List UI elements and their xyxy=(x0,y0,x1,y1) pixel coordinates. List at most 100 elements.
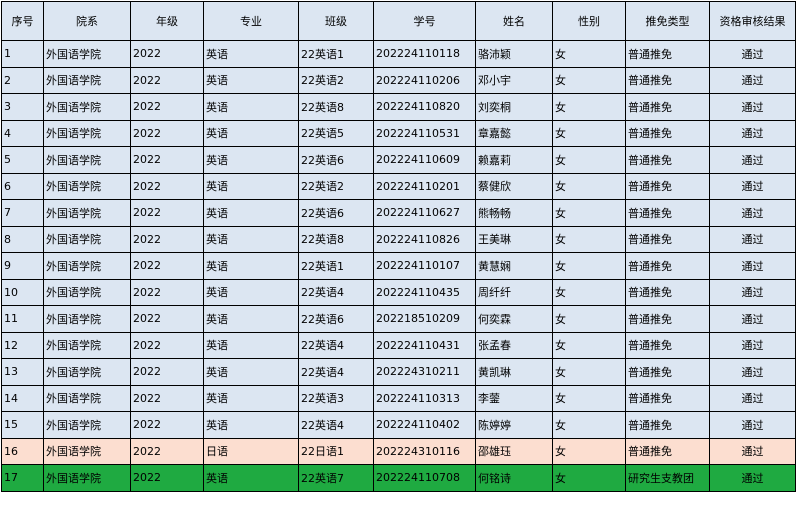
table-row[interactable]: 2 外国语学院 2022 英语 22英语2 202224110206 邓小宇女普通推免 通过 xyxy=(1,66,796,94)
cell-grade[interactable]: 2022 xyxy=(130,119,204,147)
cell-name[interactable]: 张孟春 xyxy=(475,331,553,359)
cell-gender[interactable]: 女 xyxy=(552,93,626,121)
cell-major[interactable]: 英语 xyxy=(203,278,299,306)
cell-class[interactable]: 22英语2 xyxy=(298,172,374,200)
cell-name[interactable]: 邵雄珏 xyxy=(475,437,553,465)
cell-department[interactable]: 外国语学院 xyxy=(43,358,131,386)
cell-gender[interactable]: 女 xyxy=(552,252,626,280)
cell-student-id[interactable]: 202224110313 xyxy=(373,384,476,412)
cell-student-id[interactable]: 202224110118 xyxy=(373,40,476,68)
cell-recommendation-type[interactable]: 普通推免 xyxy=(625,93,710,121)
cell-recommendation-type[interactable]: 普通推免 xyxy=(625,40,710,68)
cell-class[interactable]: 22英语5 xyxy=(298,119,374,147)
cell-review-result[interactable]: 通过 xyxy=(709,331,796,359)
cell-gender[interactable]: 女 xyxy=(552,66,626,94)
cell-student-id[interactable]: 202224110708 xyxy=(373,464,476,492)
cell-student-id[interactable]: 202224310211 xyxy=(373,358,476,386)
cell-student-id[interactable]: 202224110107 xyxy=(373,252,476,280)
cell-grade[interactable]: 2022 xyxy=(130,93,204,121)
cell-major[interactable]: 英语 xyxy=(203,252,299,280)
cell-name[interactable]: 李蓥 xyxy=(475,384,553,412)
cell-class[interactable]: 22英语1 xyxy=(298,40,374,68)
cell-class[interactable]: 22英语6 xyxy=(298,305,374,333)
cell-major[interactable]: 英语 xyxy=(203,119,299,147)
cell-class[interactable]: 22英语4 xyxy=(298,278,374,306)
cell-index[interactable]: 5 xyxy=(1,146,44,174)
cell-grade[interactable]: 2022 xyxy=(130,66,204,94)
cell-department[interactable]: 外国语学院 xyxy=(43,225,131,253)
cell-recommendation-type[interactable]: 普通推免 xyxy=(625,119,710,147)
cell-grade[interactable]: 2022 xyxy=(130,252,204,280)
cell-gender[interactable]: 女 xyxy=(552,305,626,333)
cell-gender[interactable]: 女 xyxy=(552,464,626,492)
table-row[interactable]: 17 外国语学院 2022 英语 22英语7 202224110708 何铭诗女研究生支教团… xyxy=(1,464,796,492)
cell-name[interactable]: 何奕霖 xyxy=(475,305,553,333)
cell-department[interactable]: 外国语学院 xyxy=(43,93,131,121)
cell-student-id[interactable]: 202224110627 xyxy=(373,199,476,227)
cell-name[interactable]: 章嘉懿 xyxy=(475,119,553,147)
cell-review-result[interactable]: 通过 xyxy=(709,40,796,68)
cell-recommendation-type[interactable]: 普通推免 xyxy=(625,172,710,200)
cell-recommendation-type[interactable]: 普通推免 xyxy=(625,146,710,174)
table-row[interactable]: 4 外国语学院 2022 英语 22英语5 202224110531 章嘉懿女普通推免 通过 xyxy=(1,119,796,147)
cell-department[interactable]: 外国语学院 xyxy=(43,278,131,306)
cell-department[interactable]: 外国语学院 xyxy=(43,66,131,94)
cell-gender[interactable]: 女 xyxy=(552,119,626,147)
cell-major[interactable]: 英语 xyxy=(203,199,299,227)
cell-grade[interactable]: 2022 xyxy=(130,278,204,306)
cell-name[interactable]: 熊畅畅 xyxy=(475,199,553,227)
cell-review-result[interactable]: 通过 xyxy=(709,225,796,253)
cell-department[interactable]: 外国语学院 xyxy=(43,384,131,412)
cell-recommendation-type[interactable]: 普通推免 xyxy=(625,358,710,386)
cell-student-id[interactable]: 202224110820 xyxy=(373,93,476,121)
cell-student-id[interactable]: 202224110531 xyxy=(373,119,476,147)
cell-review-result[interactable]: 通过 xyxy=(709,305,796,333)
cell-grade[interactable]: 2022 xyxy=(130,225,204,253)
cell-grade[interactable]: 2022 xyxy=(130,411,204,439)
cell-class[interactable]: 22日语1 xyxy=(298,437,374,465)
table-row[interactable]: 6 外国语学院 2022 英语 22英语2 202224110201 蔡健欣女普通推免 通过 xyxy=(1,172,796,200)
cell-gender[interactable]: 女 xyxy=(552,384,626,412)
cell-gender[interactable]: 女 xyxy=(552,199,626,227)
cell-gender[interactable]: 女 xyxy=(552,146,626,174)
cell-department[interactable]: 外国语学院 xyxy=(43,252,131,280)
cell-grade[interactable]: 2022 xyxy=(130,358,204,386)
cell-grade[interactable]: 2022 xyxy=(130,464,204,492)
cell-index[interactable]: 8 xyxy=(1,225,44,253)
cell-index[interactable]: 17 xyxy=(1,464,44,492)
cell-review-result[interactable]: 通过 xyxy=(709,278,796,306)
cell-grade[interactable]: 2022 xyxy=(130,437,204,465)
cell-name[interactable]: 刘奕桐 xyxy=(475,93,553,121)
cell-index[interactable]: 6 xyxy=(1,172,44,200)
cell-recommendation-type[interactable]: 普通推免 xyxy=(625,278,710,306)
cell-student-id[interactable]: 202224310116 xyxy=(373,437,476,465)
cell-index[interactable]: 12 xyxy=(1,331,44,359)
cell-student-id[interactable]: 202224110201 xyxy=(373,172,476,200)
cell-major[interactable]: 英语 xyxy=(203,40,299,68)
cell-name[interactable]: 何铭诗 xyxy=(475,464,553,492)
cell-class[interactable]: 22英语3 xyxy=(298,384,374,412)
cell-grade[interactable]: 2022 xyxy=(130,199,204,227)
cell-gender[interactable]: 女 xyxy=(552,225,626,253)
cell-major[interactable]: 英语 xyxy=(203,305,299,333)
cell-name[interactable]: 骆沛颖 xyxy=(475,40,553,68)
cell-student-id[interactable]: 202218510209 xyxy=(373,305,476,333)
cell-student-id[interactable]: 202224110826 xyxy=(373,225,476,253)
cell-major[interactable]: 英语 xyxy=(203,66,299,94)
cell-department[interactable]: 外国语学院 xyxy=(43,331,131,359)
cell-grade[interactable]: 2022 xyxy=(130,146,204,174)
cell-student-id[interactable]: 202224110402 xyxy=(373,411,476,439)
cell-major[interactable]: 英语 xyxy=(203,146,299,174)
table-row[interactable]: 16 外国语学院 2022 日语 22日语1 202224310116 邵雄珏女普通推免 通过 xyxy=(1,437,796,465)
table-row[interactable]: 10 外国语学院 2022 英语 22英语4 202224110435 周纤纤女普通推免 通过 xyxy=(1,278,796,306)
cell-index[interactable]: 10 xyxy=(1,278,44,306)
cell-name[interactable]: 周纤纤 xyxy=(475,278,553,306)
cell-grade[interactable]: 2022 xyxy=(130,331,204,359)
cell-class[interactable]: 22英语1 xyxy=(298,252,374,280)
cell-class[interactable]: 22英语2 xyxy=(298,66,374,94)
cell-index[interactable]: 1 xyxy=(1,40,44,68)
cell-gender[interactable]: 女 xyxy=(552,40,626,68)
cell-department[interactable]: 外国语学院 xyxy=(43,40,131,68)
cell-recommendation-type[interactable]: 普通推免 xyxy=(625,437,710,465)
table-row[interactable]: 7 外国语学院 2022 英语 22英语6 202224110627 熊畅畅女普通推免 通过 xyxy=(1,199,796,227)
